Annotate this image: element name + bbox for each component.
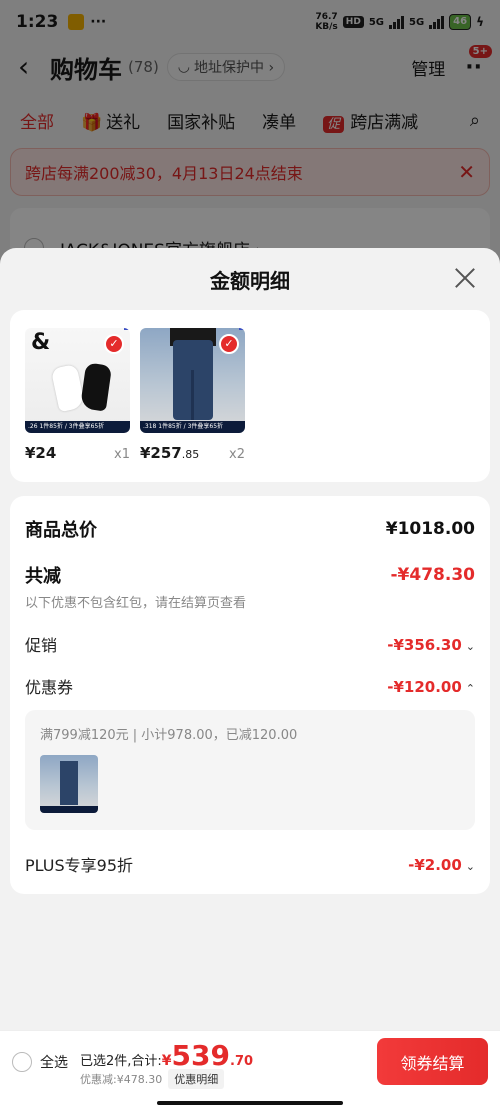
price-detail-card: 商品总价 ¥1018.00 共减 -¥478.30 以下优惠不包含红包，请在结算… <box>10 496 490 894</box>
total-value: ¥1018.00 <box>385 519 475 539</box>
product-image-footer: .26 1件85折 / 3件叠享65折 <box>25 421 130 433</box>
jeans-shape <box>60 761 78 805</box>
discount-row: 共减 -¥478.30 <box>25 562 475 588</box>
discount-value: -¥478.30 <box>390 565 476 585</box>
sum-integer: 539 <box>171 1039 230 1072</box>
coupon-row[interactable]: 优惠券 -¥120.00 ⌃ <box>25 674 475 698</box>
sock-black-shape <box>79 362 113 412</box>
discount-detail-button[interactable]: 优惠明细 <box>168 1069 225 1089</box>
checkout-bar: 全选 已选2件,合计: ¥ 539 .70 优惠减:¥478.30 优惠明细 领… <box>0 1030 500 1111</box>
goods-card: & .26 1件85折 / 3件叠享65折 ✓ ¥24 x1 .318 1件85… <box>10 310 490 482</box>
close-icon[interactable] <box>450 263 480 293</box>
check-icon: ✓ <box>219 334 239 354</box>
sheet-header: 金额明细 <box>0 248 500 310</box>
product-image: .318 1件85折 / 3件叠享65折 ✓ <box>140 328 245 433</box>
total-row: 商品总价 ¥1018.00 <box>25 516 475 542</box>
check-icon: ✓ <box>104 334 124 354</box>
goods-item[interactable]: .318 1件85折 / 3件叠享65折 ✓ ¥257.85 x2 <box>140 328 245 464</box>
plus-label: PLUS专享95折 <box>25 856 133 875</box>
discount-label: 共减 <box>25 566 61 587</box>
sock-white-shape <box>50 363 86 413</box>
sum-line: 已选2件,合计: ¥ 539 .70 <box>80 1039 253 1072</box>
goods-price: ¥257 <box>140 444 182 462</box>
chevron-up-icon: ⌃ <box>465 681 475 695</box>
discount-note-row: 以下优惠不包含红包，请在结算页查看 <box>25 592 475 611</box>
product-tag <box>124 328 130 330</box>
product-image-footer <box>40 806 98 813</box>
promo-label: 促销 <box>25 636 58 655</box>
amount-detail-sheet: 金额明细 & .26 1件85折 / 3件叠享65折 ✓ ¥24 x1 .318… <box>0 248 500 1111</box>
goods-quantity: x1 <box>114 447 130 462</box>
coupon-description: 满799减120元 | 小计978.00，已减120.00 <box>40 728 298 743</box>
sheet-title: 金额明细 <box>210 268 290 293</box>
discount-note: 以下优惠不包含红包，请在结算页查看 <box>25 596 247 611</box>
discount-line: 优惠减:¥478.30 优惠明细 <box>80 1069 225 1089</box>
coupon-label: 优惠券 <box>25 678 74 697</box>
sum-decimal: .70 <box>230 1054 254 1069</box>
checkout-button[interactable]: 领券结算 <box>377 1038 488 1085</box>
selected-summary: 已选2件,合计: <box>80 1054 162 1069</box>
chevron-down-icon: ⌄ <box>465 639 475 653</box>
goods-quantity: x2 <box>229 447 245 462</box>
goods-price: ¥24 <box>25 444 57 462</box>
select-all-radio[interactable] <box>12 1052 32 1072</box>
coupon-value: -¥120.00 <box>387 677 462 696</box>
goods-price-row: ¥257.85 x2 <box>140 443 245 462</box>
chevron-down-icon: ⌄ <box>465 859 475 873</box>
product-tag <box>239 328 245 330</box>
discount-summary: 优惠减:¥478.30 <box>80 1073 163 1086</box>
select-all-label[interactable]: 全选 <box>40 1052 68 1072</box>
goods-item[interactable]: & .26 1件85折 / 3件叠享65折 ✓ ¥24 x1 <box>25 328 130 464</box>
product-image-footer: .318 1件85折 / 3件叠享65折 <box>140 421 245 433</box>
promo-value: -¥356.30 <box>387 635 462 654</box>
coupon-detail-box: 满799减120元 | 小计978.00，已减120.00 <box>25 710 475 830</box>
goods-price-decimal: .85 <box>181 448 200 461</box>
jeans-shape <box>173 340 213 420</box>
coupon-product-image <box>40 755 98 813</box>
product-image: & .26 1件85折 / 3件叠享65折 ✓ <box>25 328 130 433</box>
sum-currency: ¥ <box>161 1053 172 1069</box>
plus-value: -¥2.00 <box>408 855 462 874</box>
promo-row[interactable]: 促销 -¥356.30 ⌄ <box>25 632 475 656</box>
plus-row[interactable]: PLUS专享95折 -¥2.00 ⌄ <box>25 852 475 876</box>
brand-logo: & <box>31 330 51 355</box>
home-indicator[interactable] <box>157 1101 343 1105</box>
total-label: 商品总价 <box>25 520 97 541</box>
goods-price-row: ¥24 x1 <box>25 443 130 462</box>
